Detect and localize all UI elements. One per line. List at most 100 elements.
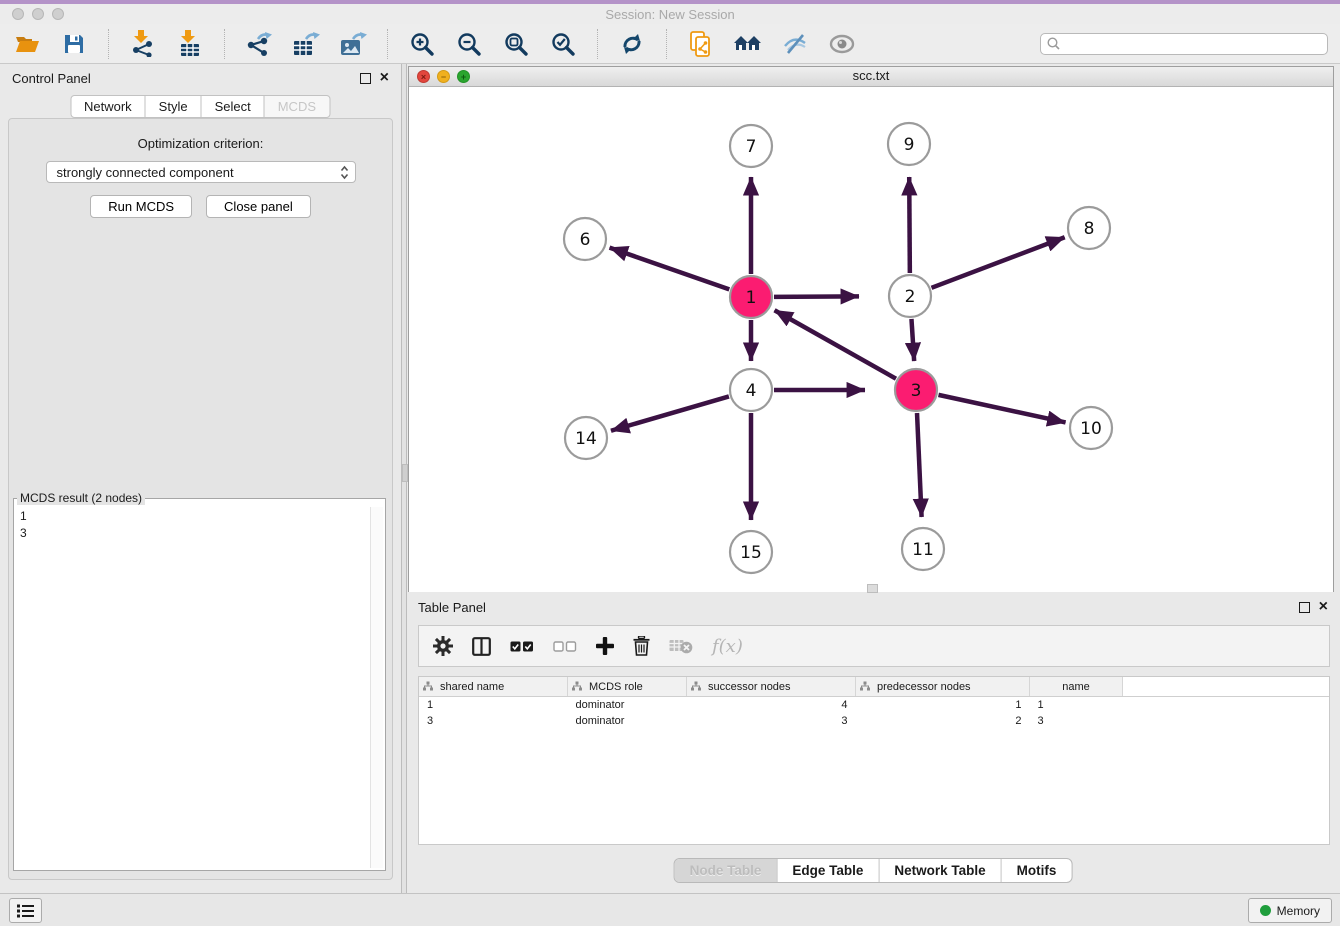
graph-node-6[interactable]: 6 <box>564 218 606 260</box>
graph-edge-1-2[interactable] <box>774 296 859 297</box>
graph-svg[interactable]: 7 9 6 8 1 2 4 3 14 10 15 11 <box>409 87 1333 592</box>
import-table-icon[interactable] <box>175 29 205 59</box>
svg-text:3: 3 <box>911 381 922 401</box>
create-column-icon[interactable] <box>596 637 614 655</box>
memory-button[interactable]: Memory <box>1248 898 1332 923</box>
graph-edge-2-8[interactable] <box>932 237 1065 288</box>
run-mcds-button[interactable]: Run MCDS <box>90 195 192 218</box>
graph-node-8[interactable]: 8 <box>1068 207 1110 249</box>
graph-node-1[interactable]: 1 <box>730 276 772 318</box>
tab-network[interactable]: Network <box>70 95 146 118</box>
table-row[interactable]: 1dominator411 <box>419 697 1329 714</box>
criterion-select[interactable]: strongly connected component <box>46 161 356 183</box>
tab-network-table[interactable]: Network Table <box>878 859 1000 882</box>
svg-text:14: 14 <box>575 429 597 449</box>
tab-node-table[interactable]: Node Table <box>675 859 777 882</box>
toolbar-separator <box>666 29 667 59</box>
svg-text:6: 6 <box>580 230 591 250</box>
show-columns-icon[interactable] <box>472 637 491 656</box>
network-window-titlebar[interactable]: × − + scc.txt <box>409 67 1333 87</box>
zoom-in-icon[interactable] <box>407 29 437 59</box>
graph-node-2[interactable]: 2 <box>889 275 931 317</box>
toolbar-separator <box>224 29 225 59</box>
save-session-icon[interactable] <box>59 29 89 59</box>
network-canvas[interactable]: 7 9 6 8 1 2 4 3 14 10 15 11 <box>409 87 1333 592</box>
tree-icon <box>860 681 870 691</box>
table-header-row: shared nameMCDS rolesuccessor nodesprede… <box>419 677 1329 697</box>
svg-text:9: 9 <box>904 135 915 155</box>
result-scrollbar[interactable] <box>370 507 383 868</box>
svg-text:7: 7 <box>746 137 757 157</box>
column-header-successor-nodes[interactable]: successor nodes <box>687 677 856 697</box>
graph-edge-3-10[interactable] <box>938 395 1065 423</box>
column-header-shared-name[interactable]: shared name <box>419 677 568 697</box>
list-icon <box>17 904 34 918</box>
memory-status-icon <box>1260 905 1271 916</box>
search-input[interactable] <box>1065 36 1321 52</box>
export-network-icon[interactable] <box>244 29 274 59</box>
resize-grip[interactable] <box>867 584 878 593</box>
close-table-panel-icon[interactable]: × <box>1319 602 1328 612</box>
open-session-icon[interactable] <box>12 29 42 59</box>
tab-motifs[interactable]: Motifs <box>1001 859 1072 882</box>
node-table: shared nameMCDS rolesuccessor nodesprede… <box>418 676 1330 845</box>
delete-column-trash-icon[interactable] <box>633 636 650 656</box>
memory-label: Memory <box>1277 904 1320 918</box>
graph-edge-4-14[interactable] <box>611 396 729 430</box>
tree-icon <box>572 681 582 691</box>
graph-node-9[interactable]: 9 <box>888 123 930 165</box>
tab-mcds[interactable]: MCDS <box>264 95 330 118</box>
network-window: × − + scc.txt 7 9 6 8 1 2 4 3 14 10 15 11 <box>408 66 1334 592</box>
deselect-all-checkboxes-icon[interactable] <box>553 641 577 652</box>
graph-edge-3-11[interactable] <box>917 413 922 517</box>
show-all-icon[interactable] <box>827 29 857 59</box>
hide-selected-icon[interactable] <box>780 29 810 59</box>
column-header-mcds-role[interactable]: MCDS role <box>568 677 687 697</box>
task-history-button[interactable] <box>9 898 42 923</box>
zoom-fit-icon[interactable] <box>501 29 531 59</box>
svg-text:1: 1 <box>746 288 757 308</box>
panel-splitter[interactable] <box>401 64 407 893</box>
search-icon <box>1047 37 1060 50</box>
zoom-selected-icon[interactable] <box>548 29 578 59</box>
float-panel-icon[interactable] <box>360 73 371 84</box>
graph-edge-3-1[interactable] <box>775 310 896 378</box>
graph-node-14[interactable]: 14 <box>565 417 607 459</box>
mcds-panel: Optimization criterion: strongly connect… <box>8 118 393 880</box>
graph-node-10[interactable]: 10 <box>1070 407 1112 449</box>
delete-table-icon[interactable] <box>669 638 693 654</box>
float-table-panel-icon[interactable] <box>1299 602 1310 613</box>
tab-select[interactable]: Select <box>201 95 265 118</box>
graph-edge-2-9[interactable] <box>909 177 910 273</box>
close-panel-icon[interactable]: × <box>380 73 389 83</box>
tab-edge-table[interactable]: Edge Table <box>776 859 878 882</box>
zoom-out-icon[interactable] <box>454 29 484 59</box>
close-panel-button[interactable]: Close panel <box>206 195 311 218</box>
function-builder-icon[interactable]: f(x) <box>712 636 743 657</box>
graph-node-15[interactable]: 15 <box>730 531 772 573</box>
graph-node-3[interactable]: 3 <box>895 369 937 411</box>
main-toolbar <box>0 24 1340 64</box>
column-header-predecessor-nodes[interactable]: predecessor nodes <box>856 677 1030 697</box>
export-image-icon[interactable] <box>338 29 368 59</box>
graph-node-4[interactable]: 4 <box>730 369 772 411</box>
graph-node-11[interactable]: 11 <box>902 528 944 570</box>
graph-edge-1-6[interactable] <box>610 248 730 290</box>
apply-layout-icon[interactable] <box>617 29 647 59</box>
table-settings-gear-icon[interactable] <box>433 636 453 656</box>
search-box[interactable] <box>1040 33 1328 55</box>
graph-node-7[interactable]: 7 <box>730 125 772 167</box>
tab-style[interactable]: Style <box>145 95 202 118</box>
column-header-name[interactable]: name <box>1030 677 1123 697</box>
import-network-icon[interactable] <box>128 29 158 59</box>
clone-network-icon[interactable] <box>686 29 716 59</box>
result-item: 3 <box>20 525 366 542</box>
network-title: scc.txt <box>409 68 1333 83</box>
table-row[interactable]: 3dominator323 <box>419 713 1329 729</box>
optimization-criterion-label: Optimization criterion: <box>9 136 392 151</box>
first-neighbors-icon[interactable] <box>733 29 763 59</box>
graph-edge-2-3[interactable] <box>911 319 914 361</box>
export-table-icon[interactable] <box>291 29 321 59</box>
select-all-checkboxes-icon[interactable] <box>510 641 534 652</box>
criterion-value: strongly connected component <box>57 165 234 180</box>
